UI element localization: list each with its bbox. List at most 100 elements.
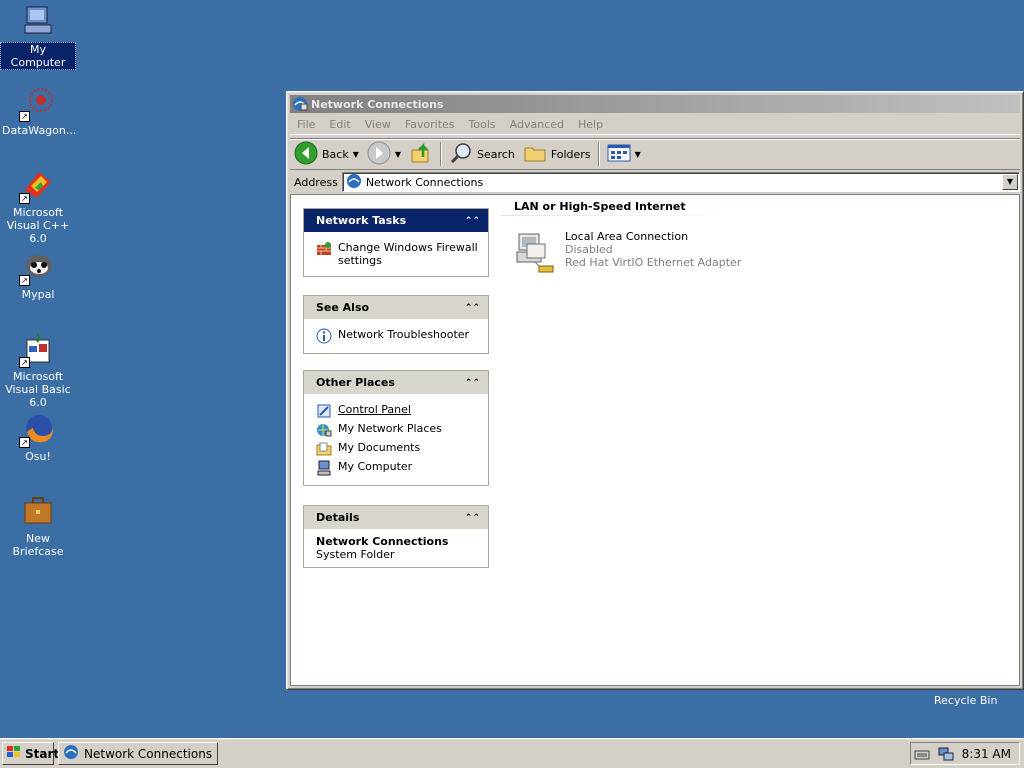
visual-basic-icon: ↗ — [19, 332, 55, 368]
windows-logo-icon — [6, 745, 22, 762]
control-panel-link[interactable]: Control Panel — [316, 403, 480, 419]
search-icon — [449, 141, 473, 168]
forward-arrow-icon — [367, 141, 391, 168]
briefcase-icon — [21, 494, 55, 528]
group-divider — [501, 215, 741, 216]
panel-title: See Also — [316, 301, 370, 314]
window-titlebar[interactable]: Network Connections — [290, 95, 1020, 113]
task-label: My Network Places — [338, 422, 442, 435]
local-area-connection-item[interactable]: Local Area Connection Disabled Red Hat V… — [513, 230, 741, 278]
network-connections-icon — [346, 173, 362, 192]
desktop-icon-datawagon[interactable]: ↗ DataWagon... — [0, 86, 76, 137]
desktop-icon-visual-cpp[interactable]: ↗ Microsoft Visual C++ 6.0 — [0, 168, 76, 245]
desktop-icon-label: My Computer — [0, 42, 76, 70]
details-panel: Details ⌃⌃ Network Connections System Fo… — [303, 505, 489, 568]
see-also-panel: See Also ⌃⌃ Network Troubleshooter — [303, 295, 489, 354]
desktop-icon-label: Microsoft Visual Basic 6.0 — [5, 370, 71, 409]
task-label: My Documents — [338, 441, 421, 454]
my-documents-link[interactable]: My Documents — [316, 441, 480, 457]
back-button[interactable]: Back ▼ — [290, 141, 363, 167]
menu-advanced[interactable]: Advanced — [503, 118, 571, 131]
address-label: Address — [294, 175, 338, 189]
chevron-down-icon[interactable]: ▼ — [353, 150, 359, 159]
change-firewall-link[interactable]: Change Windows Firewall settings — [316, 241, 480, 267]
task-label: Change Windows Firewall settings — [338, 241, 478, 267]
task-label: My Computer — [338, 460, 413, 473]
network-tasks-body: Change Windows Firewall settings — [304, 232, 488, 276]
collapse-chevron-icon[interactable]: ⌃⌃ — [465, 216, 480, 226]
collapse-chevron-icon[interactable]: ⌃⌃ — [465, 303, 480, 313]
collapse-chevron-icon[interactable]: ⌃⌃ — [465, 378, 480, 388]
details-body: Network Connections System Folder — [304, 529, 488, 567]
up-button[interactable] — [405, 141, 437, 167]
datawagon-icon: ↗ — [19, 86, 55, 122]
shortcut-arrow-icon: ↗ — [19, 437, 30, 448]
address-input[interactable]: Network Connections ▼ — [341, 172, 1020, 192]
group-heading: LAN or High-Speed Internet — [514, 200, 686, 213]
see-also-body: Network Troubleshooter — [304, 319, 488, 353]
panel-title: Details — [316, 511, 360, 524]
details-type: System Folder — [316, 548, 395, 561]
network-troubleshooter-link[interactable]: Network Troubleshooter — [316, 328, 480, 344]
connection-status: Disabled — [565, 243, 613, 256]
folder-content: Network Tasks ⌃⌃ Change Windows Firewall… — [290, 194, 1020, 686]
menu-favorites[interactable]: Favorites — [398, 118, 462, 131]
window-title: Network Connections — [311, 97, 444, 111]
details-name: Network Connections — [316, 535, 449, 548]
chevron-down-icon[interactable]: ▼ — [635, 150, 641, 159]
shortcut-arrow-icon: ↗ — [19, 193, 30, 204]
recycle-bin-label[interactable]: Recycle Bin — [934, 694, 997, 707]
clock[interactable]: 8:31 AM — [962, 747, 1011, 761]
other-places-header[interactable]: Other Places ⌃⌃ — [304, 371, 488, 394]
panel-title: Network Tasks — [316, 214, 407, 227]
taskbar-network-connections[interactable]: Network Connections — [58, 742, 218, 765]
desktop-icon-visual-basic[interactable]: ↗ Microsoft Visual Basic 6.0 — [0, 332, 76, 409]
search-button[interactable]: Search — [445, 141, 519, 167]
desktop-icon-my-computer[interactable]: My Computer — [0, 4, 76, 70]
menu-view[interactable]: View — [358, 118, 398, 131]
folders-button[interactable]: Folders — [519, 141, 595, 167]
shortcut-arrow-icon: ↗ — [19, 275, 30, 286]
connection-details: Local Area Connection Disabled Red Hat V… — [565, 230, 741, 278]
network-tasks-panel: Network Tasks ⌃⌃ Change Windows Firewall… — [303, 208, 489, 277]
my-network-places-link[interactable]: My Network Places — [316, 422, 480, 438]
details-header[interactable]: Details ⌃⌃ — [304, 506, 488, 529]
start-button[interactable]: Start — [2, 742, 59, 765]
task-label: Control Panel — [338, 403, 411, 416]
visual-cpp-icon: ↗ — [19, 168, 55, 204]
see-also-header[interactable]: See Also ⌃⌃ — [304, 296, 488, 319]
other-places-panel: Other Places ⌃⌃ Control Panel My Network… — [303, 370, 489, 486]
shortcut-arrow-icon: ↗ — [19, 111, 30, 122]
menu-tools[interactable]: Tools — [462, 118, 503, 131]
desktop-icon-osu[interactable]: ↗ Osu! — [0, 412, 76, 463]
search-label: Search — [477, 147, 515, 161]
collapse-chevron-icon[interactable]: ⌃⌃ — [465, 513, 480, 523]
views-button[interactable]: ▼ — [603, 141, 645, 167]
forward-button[interactable]: ▼ — [363, 141, 405, 167]
menu-file[interactable]: File — [290, 118, 322, 131]
menu-help[interactable]: Help — [571, 118, 610, 131]
firewall-icon — [316, 241, 332, 257]
chevron-down-icon[interactable]: ▼ — [395, 150, 401, 159]
shortcut-arrow-icon: ↗ — [19, 357, 30, 368]
toolbar-separator — [440, 142, 443, 166]
firefox-icon: ↗ — [19, 412, 55, 448]
desktop-icon-mypal[interactable]: ↗ Mypal — [0, 250, 76, 301]
network-tasks-header[interactable]: Network Tasks ⌃⌃ — [304, 209, 488, 232]
computer-icon — [21, 4, 55, 38]
folders-label: Folders — [550, 147, 591, 161]
menu-edit[interactable]: Edit — [322, 118, 357, 131]
chevron-down-icon[interactable]: ▼ — [1002, 174, 1018, 190]
network-tray-icon[interactable] — [938, 746, 954, 762]
connection-device: Red Hat VirtIO Ethernet Adapter — [565, 256, 742, 269]
folder-up-icon — [409, 141, 433, 168]
keyboard-icon[interactable] — [914, 746, 930, 762]
desktop-icon-label: Microsoft Visual C++ 6.0 — [6, 206, 70, 245]
standard-toolbar: Back ▼ ▼ Search Folders ▼ — [290, 138, 1020, 170]
folder-icon — [523, 141, 547, 168]
start-label: Start — [25, 746, 60, 761]
my-computer-link[interactable]: My Computer — [316, 460, 480, 476]
network-connections-icon — [63, 744, 79, 763]
desktop-icon-new-briefcase[interactable]: New Briefcase — [0, 494, 76, 558]
desktop-icon-label: Mypal — [21, 288, 55, 301]
